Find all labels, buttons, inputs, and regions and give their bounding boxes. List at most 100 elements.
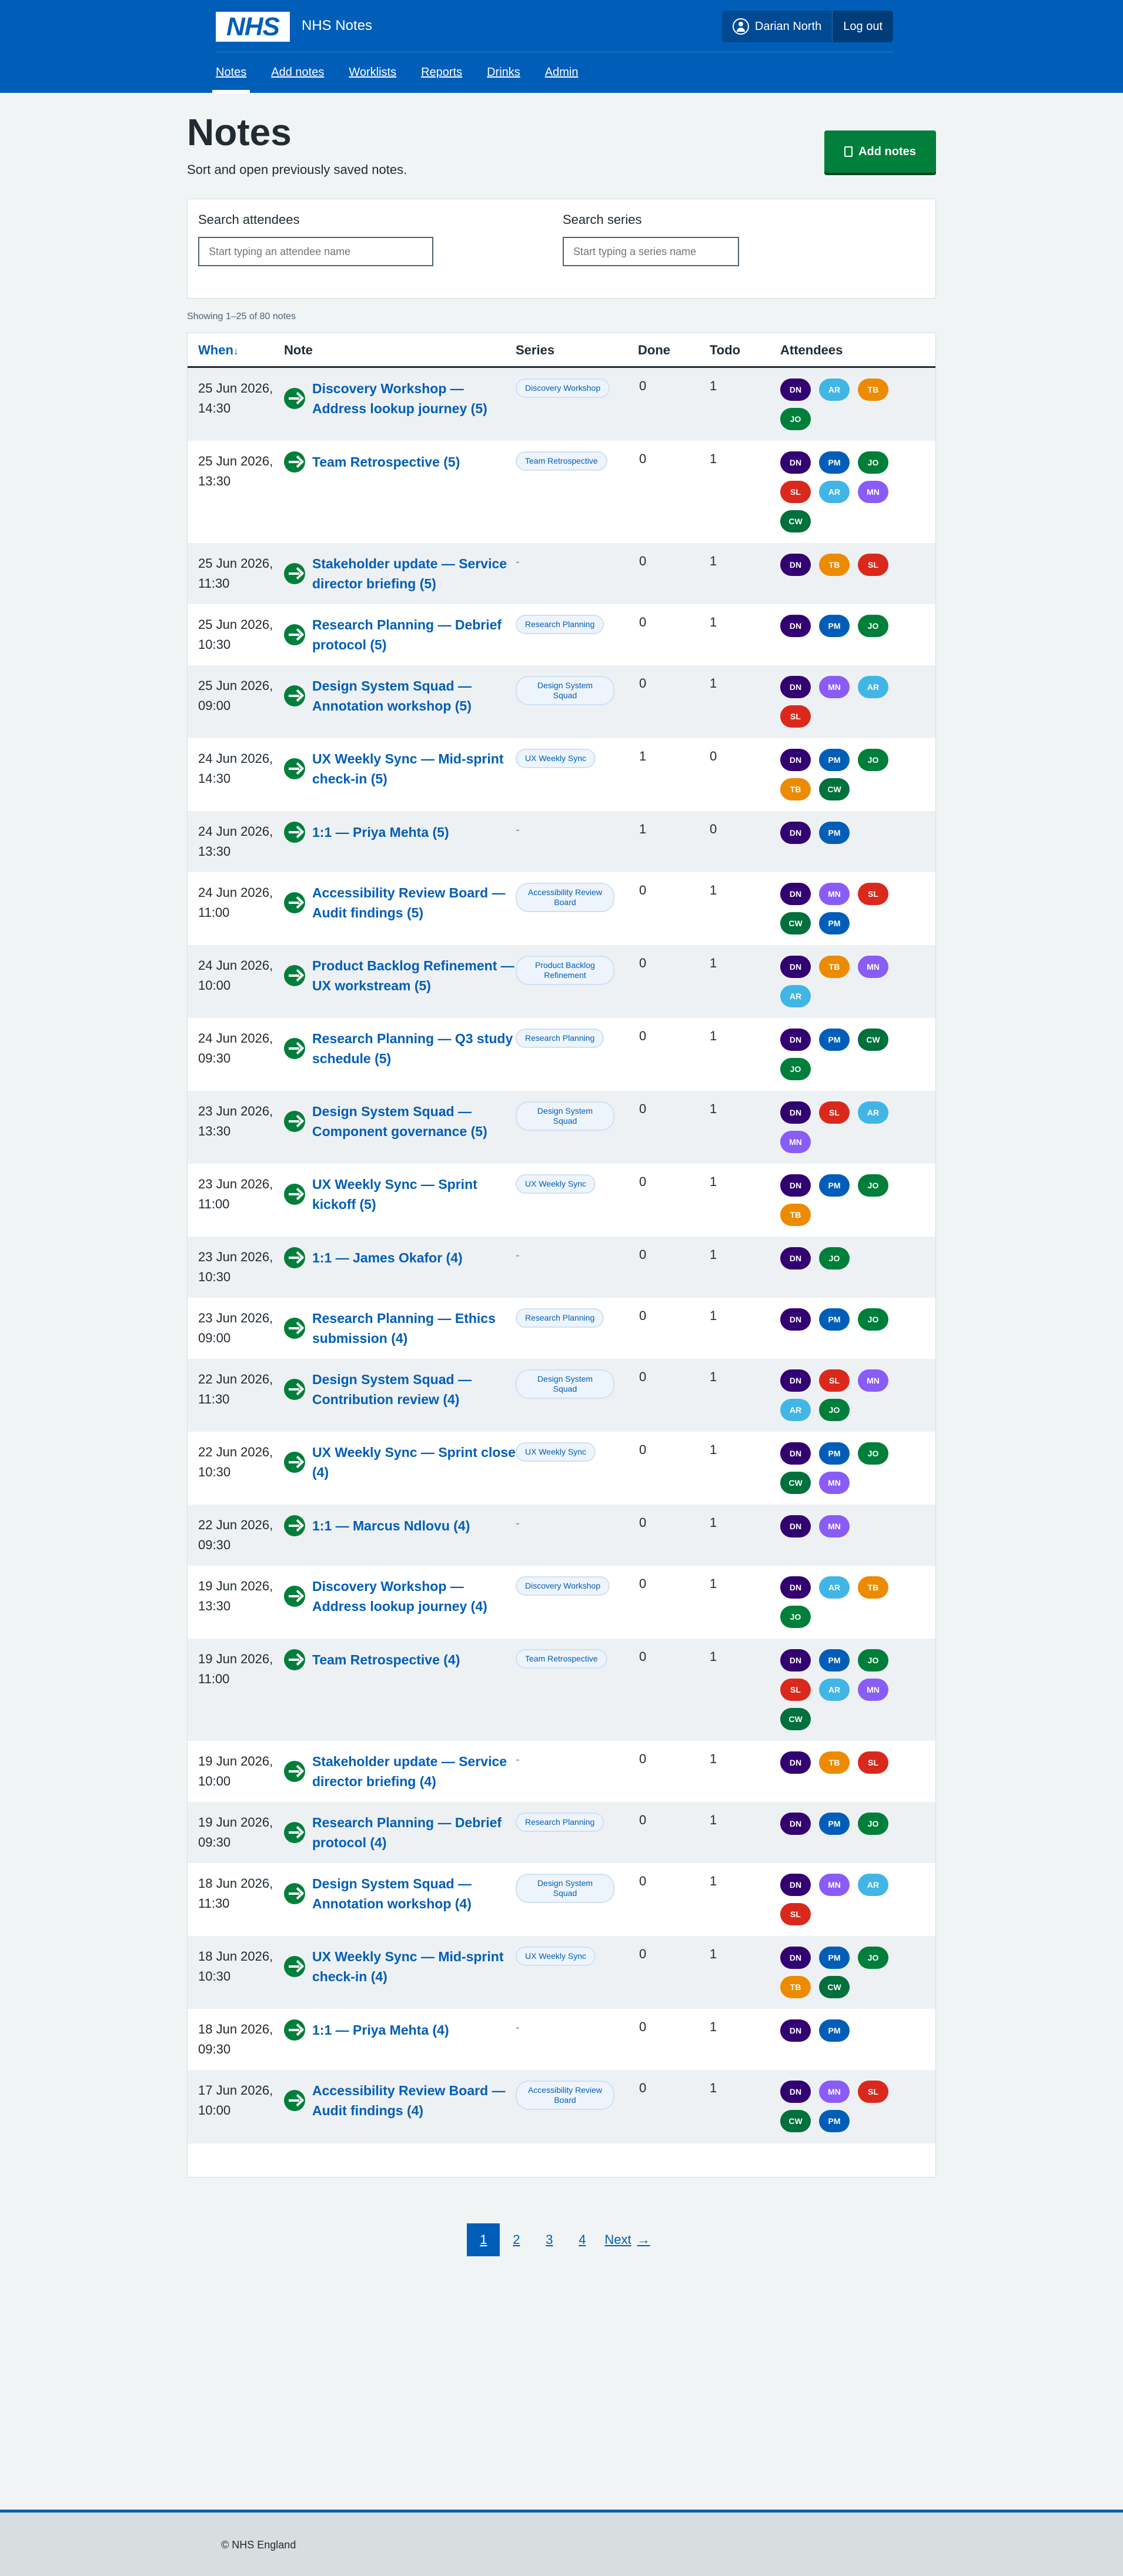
nav-item-add-notes[interactable]: Add notes (271, 59, 324, 86)
note-link[interactable]: Stakeholder update — Service director br… (312, 1751, 516, 1791)
arrow-right-circle-icon[interactable] (284, 758, 305, 779)
attendee-avatar: DN (780, 1029, 811, 1051)
note-link[interactable]: Accessibility Review Board — Audit findi… (312, 2081, 516, 2121)
note-link[interactable]: Research Planning — Debrief protocol (5) (312, 615, 516, 655)
arrow-right-circle-icon[interactable] (284, 1452, 305, 1473)
nhs-logo[interactable]: NHS (216, 12, 290, 42)
table-row: 24 Jun 2026, 13:30 1:1 — Priya Mehta (5) -… (188, 811, 935, 872)
arrow-right-circle-icon[interactable] (284, 1184, 305, 1205)
attendee-avatar: DN (780, 1874, 811, 1896)
note-link[interactable]: Stakeholder update — Service director br… (312, 554, 516, 594)
series-empty: - (516, 555, 520, 568)
arrow-right-circle-icon[interactable] (284, 1515, 305, 1536)
search-series-input[interactable] (563, 237, 739, 266)
todo-count: 1 (710, 1442, 717, 1457)
series-badge: Design System Squad (516, 1369, 614, 1399)
attendee-list: DN PM JO TB CW (780, 1947, 898, 1998)
arrow-right-circle-icon[interactable] (284, 1247, 305, 1268)
arrow-right-circle-icon[interactable] (284, 1761, 305, 1782)
arrow-right-circle-icon[interactable] (284, 1111, 305, 1132)
attendee-avatar: MN (819, 883, 850, 905)
arrow-right-circle-icon[interactable] (284, 2090, 305, 2111)
search-attendees-input[interactable] (198, 237, 433, 266)
attendee-list: DN PM CW JO (780, 1029, 898, 1080)
attendee-avatar: MN (819, 1874, 850, 1896)
nav-item-admin[interactable]: Admin (545, 59, 579, 86)
attendee-avatar: DN (780, 378, 811, 401)
note-link[interactable]: UX Weekly Sync — Mid-sprint check-in (4) (312, 1947, 516, 1987)
nav-item-reports[interactable]: Reports (421, 59, 462, 86)
note-link[interactable]: Product Backlog Refinement — UX workstre… (312, 956, 516, 996)
column-header-when[interactable]: When↓ (188, 333, 284, 368)
arrow-right-circle-icon[interactable] (284, 1649, 305, 1670)
add-notes-button[interactable]: Add notes (824, 130, 936, 173)
next-page-link[interactable]: Next → (599, 2223, 656, 2256)
note-link[interactable]: Design System Squad — Contribution revie… (312, 1369, 516, 1409)
nav-item-notes[interactable]: Notes (212, 59, 250, 93)
search-panel: Search attendees Search series (187, 199, 936, 299)
service-name[interactable]: NHS Notes (302, 18, 372, 34)
attendee-avatar: DN (780, 615, 811, 637)
arrow-right-circle-icon[interactable] (284, 892, 305, 913)
note-link[interactable]: Accessibility Review Board — Audit findi… (312, 883, 516, 923)
note-link[interactable]: 1:1 — Marcus Ndlovu (4) (312, 1516, 470, 1536)
todo-count: 0 (710, 749, 717, 763)
note-link[interactable]: Team Retrospective (5) (312, 452, 460, 472)
todo-count: 1 (710, 1174, 717, 1189)
note-link[interactable]: Discovery Workshop — Address lookup jour… (312, 378, 516, 418)
arrow-right-circle-icon[interactable] (284, 388, 305, 409)
logout-button[interactable]: Log out (832, 11, 893, 42)
series-badge: UX Weekly Sync (516, 749, 596, 768)
note-when: 19 Jun 2026, 10:00 (198, 1754, 273, 1788)
page-link-2[interactable]: 2 (500, 2223, 533, 2256)
attendee-avatar: SL (858, 554, 888, 576)
todo-count: 1 (710, 956, 717, 970)
note-link[interactable]: Design System Squad — Annotation worksho… (312, 1874, 516, 1914)
page-link-3[interactable]: 3 (533, 2223, 566, 2256)
note-link[interactable]: UX Weekly Sync — Sprint close (4) (312, 1442, 516, 1482)
arrow-right-circle-icon[interactable] (284, 1586, 305, 1607)
note-link[interactable]: Research Planning — Debrief protocol (4) (312, 1813, 516, 1853)
note-link[interactable]: Research Planning — Ethics submission (4… (312, 1308, 516, 1348)
done-count: 0 (639, 1813, 647, 1827)
note-link[interactable]: 1:1 — James Okafor (4) (312, 1248, 463, 1268)
arrow-right-circle-icon[interactable] (284, 1883, 305, 1904)
note-link[interactable]: Team Retrospective (4) (312, 1650, 460, 1670)
arrow-right-circle-icon[interactable] (284, 624, 305, 645)
note-link[interactable]: Design System Squad — Component governan… (312, 1101, 516, 1141)
arrow-right-circle-icon[interactable] (284, 1379, 305, 1400)
nav-item-drinks[interactable]: Drinks (487, 59, 520, 86)
attendee-avatar: MN (780, 1131, 811, 1153)
done-count: 0 (639, 451, 647, 466)
attendee-avatar: PM (819, 1442, 850, 1465)
attendee-avatar: TB (780, 1204, 811, 1226)
account-user[interactable]: Darian North (721, 11, 833, 42)
table-row: 18 Jun 2026, 09:30 1:1 — Priya Mehta (4) -… (188, 2009, 935, 2070)
series-badge: Product Backlog Refinement (516, 956, 614, 985)
arrow-right-circle-icon[interactable] (284, 1822, 305, 1843)
page-link-4[interactable]: 4 (566, 2223, 599, 2256)
note-link[interactable]: Design System Squad — Annotation worksho… (312, 676, 516, 716)
note-link[interactable]: 1:1 — Priya Mehta (4) (312, 2020, 449, 2040)
arrow-right-circle-icon[interactable] (284, 1956, 305, 1977)
page-link-1[interactable]: 1 (467, 2223, 500, 2256)
note-link[interactable]: Research Planning — Q3 study schedule (5… (312, 1029, 516, 1068)
arrow-right-circle-icon[interactable] (284, 563, 305, 584)
note-link[interactable]: Discovery Workshop — Address lookup jour… (312, 1576, 516, 1616)
note-link[interactable]: 1:1 — Priya Mehta (5) (312, 822, 449, 842)
note-link[interactable]: UX Weekly Sync — Sprint kickoff (5) (312, 1174, 516, 1214)
arrow-right-circle-icon[interactable] (284, 822, 305, 843)
arrow-right-circle-icon[interactable] (284, 1318, 305, 1339)
nav-item-worklists[interactable]: Worklists (349, 59, 396, 86)
arrow-right-circle-icon[interactable] (284, 451, 305, 473)
arrow-right-circle-icon[interactable] (284, 685, 305, 706)
todo-count: 1 (710, 1947, 717, 1961)
arrow-right-circle-icon[interactable] (284, 965, 305, 986)
series-badge: Accessibility Review Board (516, 883, 614, 912)
attendee-avatar: CW (780, 2110, 811, 2132)
arrow-right-circle-icon[interactable] (284, 1038, 305, 1059)
note-link[interactable]: UX Weekly Sync — Mid-sprint check-in (5) (312, 749, 516, 789)
arrow-right-circle-icon[interactable] (284, 2019, 305, 2041)
table-row: 19 Jun 2026, 11:00 Team Retrospective (4)… (188, 1639, 935, 1741)
series-empty: - (516, 1753, 520, 1766)
